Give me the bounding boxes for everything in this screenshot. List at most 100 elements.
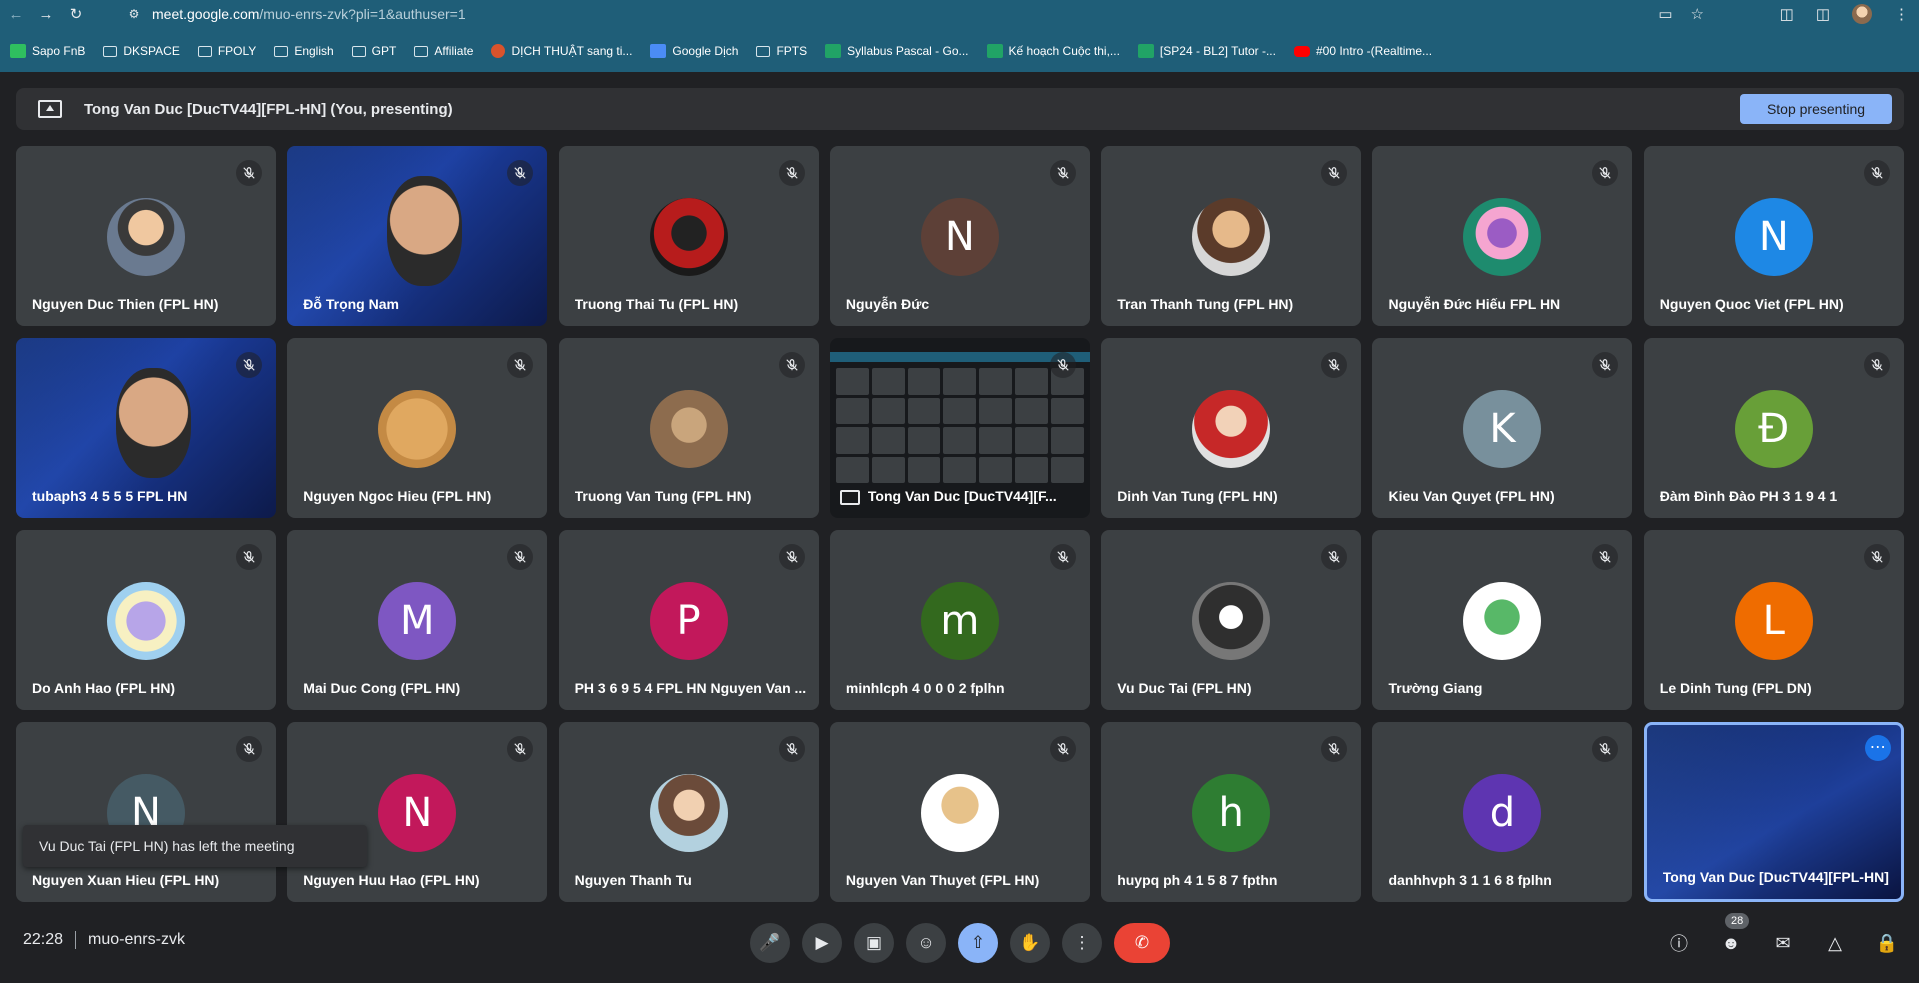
participant-name: Nguyen Ngoc Hieu (FPL HN) (303, 488, 492, 504)
bookmark-item[interactable]: GPT (351, 44, 396, 58)
participant-tile[interactable]: Vu Duc Tai (FPL HN) (1101, 530, 1362, 710)
microphone-button[interactable]: 🎤 (750, 923, 790, 963)
participant-tile[interactable]: N Nguyễn Đức (829, 146, 1090, 326)
participant-tile[interactable]: Nguyễn Đức Hiếu FPL HN (1372, 146, 1633, 326)
activities-button[interactable]: △ (1815, 923, 1855, 963)
preview-thumb (871, 427, 905, 454)
people-button[interactable]: ☻ 28 (1711, 913, 1751, 963)
participant-tile[interactable]: L Le Dinh Tung (FPL DN) (1643, 530, 1904, 710)
captions-button[interactable]: ▣ (854, 923, 894, 963)
extensions-icon[interactable]: ◫ (1780, 5, 1794, 23)
bookmark-item[interactable]: [SP24 - BL2] Tutor -... (1137, 44, 1276, 58)
bookmark-item[interactable]: Syllabus Pascal - Go... (825, 44, 969, 58)
avatar: M (378, 582, 457, 660)
participant-tile[interactable]: Trường Giang (1372, 530, 1633, 710)
participant-tile[interactable]: Tran Thanh Tung (FPL HN) (1101, 146, 1362, 326)
bookmark-item[interactable]: Affiliate (414, 44, 473, 58)
participant-tile[interactable]: Do Anh Hao (FPL HN) (16, 530, 276, 710)
host-controls-button[interactable]: 🔒 (1867, 923, 1907, 963)
preview-thumb (871, 368, 905, 395)
mic-off-icon (1321, 160, 1348, 186)
site-info-icon[interactable]: ⚙ (124, 4, 144, 24)
bookmark-label: FPOLY (217, 44, 257, 58)
address-bar[interactable]: ⚙ meet.google.com/muo-enrs-zvk?pli=1&aut… (124, 2, 1704, 26)
reactions-button[interactable]: ☺ (906, 923, 946, 963)
avatar: P (649, 582, 728, 660)
present-icon: ⇧ (970, 933, 986, 952)
emoji-icon: ☺ (917, 933, 935, 952)
participant-tile[interactable]: Nguyen Thanh Tu (558, 722, 819, 902)
reload-icon[interactable]: ↻ (62, 0, 90, 28)
participant-tile[interactable]: Đỗ Trọng Nam (287, 146, 548, 326)
participant-tile[interactable]: d danhhvph 3 1 1 6 8 fplhn (1372, 722, 1633, 902)
camera-button[interactable]: ▶ (802, 923, 842, 963)
participant-tile[interactable]: K Kieu Van Quyet (FPL HN) (1372, 338, 1633, 518)
bookmark-item[interactable]: Kế hoạch Cuộc thi,... (986, 44, 1120, 58)
mic-off-icon (1592, 736, 1619, 762)
meeting-details-button[interactable]: ⓘ (1659, 923, 1699, 963)
mic-off-icon (1592, 160, 1619, 186)
chat-button[interactable]: ✉ (1763, 923, 1803, 963)
browser-menu-icon[interactable]: ⋮ (1894, 5, 1909, 23)
avatar (649, 390, 728, 468)
bookmark-item[interactable]: FPTS (756, 44, 807, 58)
mic-off-icon (236, 352, 262, 378)
participant-tile[interactable]: Đ Đàm Đình Đào PH 3 1 9 4 1 (1643, 338, 1904, 518)
url-text[interactable]: meet.google.com/muo-enrs-zvk?pli=1&authu… (152, 6, 466, 22)
avatar (378, 390, 457, 468)
participant-count-badge: 28 (1725, 913, 1750, 929)
participant-tile[interactable]: N Nguyen Xuan Hieu (FPL HN) (16, 722, 276, 902)
participant-tile[interactable]: Nguyen Ngoc Hieu (FPL HN) (287, 338, 548, 518)
participant-tile[interactable]: Truong Thai Tu (FPL HN) (558, 146, 819, 326)
participant-tile[interactable]: Tong Van Duc [DucTV44][F... (829, 338, 1090, 518)
self-tile[interactable]: ⋯ Tong Van Duc [DucTV44][FPL-HN] (1643, 722, 1904, 902)
mic-off-icon (236, 544, 262, 570)
participant-tile[interactable]: Dinh Van Tung (FPL HN) (1101, 338, 1362, 518)
preview-thumb (907, 368, 941, 395)
participant-tile[interactable]: N Nguyen Huu Hao (FPL HN) (287, 722, 548, 902)
participant-tile[interactable]: Nguyen Duc Thien (FPL HN) (16, 146, 276, 326)
participant-tile[interactable]: m minhlcph 4 0 0 0 2 fplhn (829, 530, 1090, 710)
mic-off-icon (1592, 544, 1619, 570)
mic-off-icon (507, 352, 534, 378)
participant-tile[interactable]: Nguyen Van Thuyet (FPL HN) (829, 722, 1090, 902)
bookmark-item[interactable]: FPOLY (197, 44, 257, 58)
bookmark-label: #00 Intro -(Realtime... (1315, 44, 1433, 58)
participant-tile[interactable]: Truong Van Tung (FPL HN) (558, 338, 819, 518)
preview-thumb (907, 456, 941, 483)
avatar: d (1463, 774, 1542, 852)
participant-tile[interactable]: N Nguyen Quoc Viet (FPL HN) (1643, 146, 1904, 326)
present-now-button[interactable]: ⇧ (958, 923, 998, 963)
back-icon[interactable]: ← (2, 0, 30, 28)
participant-tile[interactable]: h huypq ph 4 1 5 8 7 fpthn (1101, 722, 1362, 902)
bookmark-item[interactable]: #00 Intro -(Realtime... (1293, 44, 1433, 58)
stop-presenting-button[interactable]: Stop presenting (1740, 94, 1892, 124)
bookmark-item[interactable]: DỊCH THUẬT sang ti... (491, 44, 632, 58)
participant-name: Mai Duc Cong (FPL HN) (303, 680, 461, 696)
mic-off-icon (778, 352, 805, 378)
side-panel-icon[interactable]: ◫ (1816, 5, 1830, 23)
more-options-button[interactable]: ⋮ (1062, 923, 1102, 963)
forward-icon[interactable]: → (32, 0, 60, 28)
avatar: N (378, 774, 457, 852)
bookmark-item[interactable]: English (274, 44, 334, 58)
bookmark-item[interactable]: DKSPACE (103, 44, 180, 58)
leave-call-button[interactable]: ✆ (1114, 923, 1170, 963)
participant-tile[interactable]: M Mai Duc Cong (FPL HN) (287, 530, 548, 710)
participant-tile[interactable]: P PH 3 6 9 5 4 FPL HN Nguyen Van ... (558, 530, 819, 710)
avatar: L (1734, 582, 1813, 660)
preview-thumb (835, 368, 869, 395)
cast-icon[interactable]: ▭ (1658, 5, 1672, 23)
bookmark-item[interactable]: Google Dịch (650, 44, 738, 58)
bookmark-item[interactable]: Sapo FnB (10, 44, 85, 58)
raise-hand-button[interactable]: ✋ (1010, 923, 1050, 963)
bookmark-favicon-icon (650, 44, 667, 58)
bookmark-star-icon[interactable]: ☆ (1691, 5, 1704, 23)
mic-off-icon (1049, 352, 1076, 378)
profile-avatar[interactable] (1852, 4, 1872, 24)
browser-toolbar: ← → ↻ ⚙ meet.google.com/muo-enrs-zvk?pli… (0, 0, 1919, 28)
tile-more-options-icon[interactable]: ⋯ (1864, 735, 1891, 761)
divider (75, 931, 77, 949)
mic-off-icon (507, 736, 534, 762)
participant-tile[interactable]: tubaph3 4 5 5 5 FPL HN (16, 338, 276, 518)
